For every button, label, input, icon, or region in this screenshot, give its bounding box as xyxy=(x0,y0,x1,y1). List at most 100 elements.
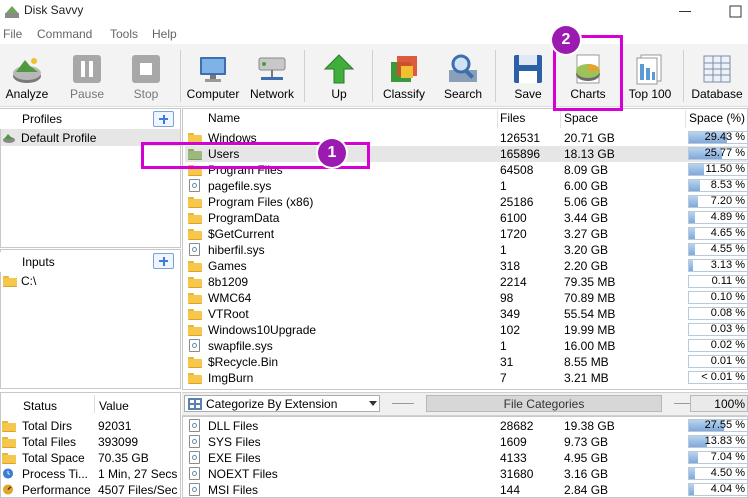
category-row[interactable]: DLL Files 28682 19.38 GB 27.55 % xyxy=(185,418,748,434)
zoom-indicator[interactable]: 100% xyxy=(690,395,748,412)
folder-icon xyxy=(188,229,202,240)
column-divider[interactable] xyxy=(685,110,686,128)
table-row[interactable]: VTRoot 349 55.54 MB 0.08 % xyxy=(185,306,748,322)
save-label: Save xyxy=(514,87,542,101)
space-percent-fill xyxy=(689,452,698,463)
category-name: NOEXT Files xyxy=(208,467,278,481)
table-row[interactable]: Games 318 2.20 GB 3.13 % xyxy=(185,258,748,274)
table-row[interactable]: swapfile.sys 1 16.00 MB 0.02 % xyxy=(185,338,748,354)
file-type-icon xyxy=(189,483,200,496)
column-divider[interactable] xyxy=(560,110,561,128)
category-files: 1609 xyxy=(500,435,527,449)
category-row[interactable]: NOEXT Files 31680 3.16 GB 4.50 % xyxy=(185,466,748,482)
folder-icon xyxy=(188,293,202,304)
column-divider[interactable] xyxy=(497,110,498,128)
row-files: 25186 xyxy=(500,195,534,209)
table-row[interactable]: pagefile.sys 1 6.00 GB 8.53 % xyxy=(185,178,748,194)
menu-tools[interactable]: Tools xyxy=(110,27,138,41)
menu-bar: File Command Tools Help xyxy=(0,24,748,44)
category-row[interactable]: EXE Files 4133 4.95 GB 7.04 % xyxy=(185,450,748,466)
toolbar-separator xyxy=(180,50,181,102)
col-header-files[interactable]: Files xyxy=(500,111,525,125)
network-label: Network xyxy=(249,87,294,101)
status-value: 92031 xyxy=(98,419,132,433)
analyze-icon xyxy=(13,58,41,83)
menu-command[interactable]: Command xyxy=(37,27,92,41)
database-grid-icon xyxy=(703,55,731,83)
folder-icon xyxy=(188,197,202,208)
table-row[interactable]: ImgBurn 7 3.21 MB < 0.01 % xyxy=(185,370,748,386)
category-row[interactable]: SYS Files 1609 9.73 GB 13.83 % xyxy=(185,434,748,450)
analyze-button[interactable]: Analyze xyxy=(0,44,54,106)
search-label: Search xyxy=(443,87,483,101)
row-files: 1 xyxy=(500,243,507,257)
space-percent-text: 25.77 % xyxy=(704,147,745,159)
search-button[interactable]: Search xyxy=(436,44,490,106)
top100-icon xyxy=(636,54,662,85)
classify-button[interactable]: Classify xyxy=(377,44,431,106)
row-space: 8.55 MB xyxy=(564,355,609,369)
status-row: Total Files 393099 xyxy=(0,434,181,450)
pause-button[interactable]: Pause xyxy=(60,44,114,106)
status-value: 4507 Files/Sec xyxy=(98,483,178,497)
row-files: 318 xyxy=(500,259,521,273)
database-button[interactable]: Database xyxy=(688,44,746,106)
file-type-icon xyxy=(189,419,200,432)
table-row[interactable]: hiberfil.sys 1 3.20 GB 4.55 % xyxy=(185,242,748,258)
network-button[interactable]: Network xyxy=(245,44,299,106)
space-percent-fill xyxy=(689,164,704,175)
category-row[interactable]: MSI Files 144 2.84 GB 4.04 % xyxy=(185,482,748,498)
file-categories-tab[interactable]: File Categories xyxy=(426,395,662,412)
category-files: 144 xyxy=(500,483,521,497)
up-button[interactable]: Up xyxy=(312,44,366,106)
database-label: Database xyxy=(691,87,743,101)
col-header-space[interactable]: Space xyxy=(564,111,598,125)
top100-label: Top 100 xyxy=(628,87,672,101)
analyze-label: Analyze xyxy=(5,87,49,101)
status-key: Total Space xyxy=(22,451,85,465)
space-percent-text: 0.10 % xyxy=(710,291,745,303)
table-row[interactable]: WMC64 98 70.89 MB 0.10 % xyxy=(185,290,748,306)
space-percent-bar: 4.89 % xyxy=(688,211,748,224)
folder-icon xyxy=(2,453,16,464)
table-row[interactable]: $GetCurrent 1720 3.27 GB 4.65 % xyxy=(185,226,748,242)
table-row[interactable]: Windows10Upgrade 102 19.99 MB 0.03 % xyxy=(185,322,748,338)
row-files: 126531 xyxy=(500,131,541,145)
table-row[interactable]: Program Files (x86) 25186 5.06 GB 7.20 % xyxy=(185,194,748,210)
space-percent-text: 7.04 % xyxy=(710,451,745,463)
menu-file[interactable]: File xyxy=(3,27,22,41)
computer-button[interactable]: Computer xyxy=(186,44,240,106)
row-files: 1 xyxy=(500,179,507,193)
col-header-name[interactable]: Name xyxy=(208,111,240,125)
space-percent-text: 0.01 % xyxy=(710,355,745,367)
space-percent-text: 27.55 % xyxy=(704,419,745,431)
annotation-badge-2: 2 xyxy=(552,26,580,54)
space-percent-fill xyxy=(689,260,693,271)
save-button[interactable]: Save xyxy=(501,44,555,106)
file-type-icon xyxy=(189,435,200,448)
add-profile-button[interactable] xyxy=(153,111,174,127)
categorize-select[interactable]: Categorize By Extension xyxy=(184,395,380,412)
table-row[interactable]: 8b1209 2214 79.35 MB 0.11 % xyxy=(185,274,748,290)
add-input-button[interactable] xyxy=(153,253,174,269)
category-name: EXE Files xyxy=(208,451,261,465)
menu-help[interactable]: Help xyxy=(152,27,177,41)
stop-button[interactable]: Stop xyxy=(119,44,173,106)
row-space: 3.27 GB xyxy=(564,227,609,241)
row-space: 70.89 MB xyxy=(564,291,616,305)
table-row[interactable]: $Recycle.Bin 31 8.55 MB 0.01 % xyxy=(185,354,748,370)
col-header-space-percent[interactable]: Space (%) xyxy=(689,111,745,125)
row-name: hiberfil.sys xyxy=(208,243,265,257)
space-percent-text: 7.20 % xyxy=(710,195,745,207)
row-space: 2.20 GB xyxy=(564,259,609,273)
column-divider[interactable] xyxy=(94,395,95,413)
minimize-icon[interactable] xyxy=(676,4,694,18)
space-percent-bar: 8.53 % xyxy=(688,179,748,192)
input-item[interactable]: C:\ xyxy=(1,273,180,289)
top100-button[interactable]: Top 100 xyxy=(623,44,677,106)
maximize-icon[interactable] xyxy=(722,2,748,22)
table-row[interactable]: ProgramData 6100 3.44 GB 4.89 % xyxy=(185,210,748,226)
space-percent-text: 13.83 % xyxy=(704,435,745,447)
status-key: Total Dirs xyxy=(22,419,73,433)
row-files: 7 xyxy=(500,371,507,385)
